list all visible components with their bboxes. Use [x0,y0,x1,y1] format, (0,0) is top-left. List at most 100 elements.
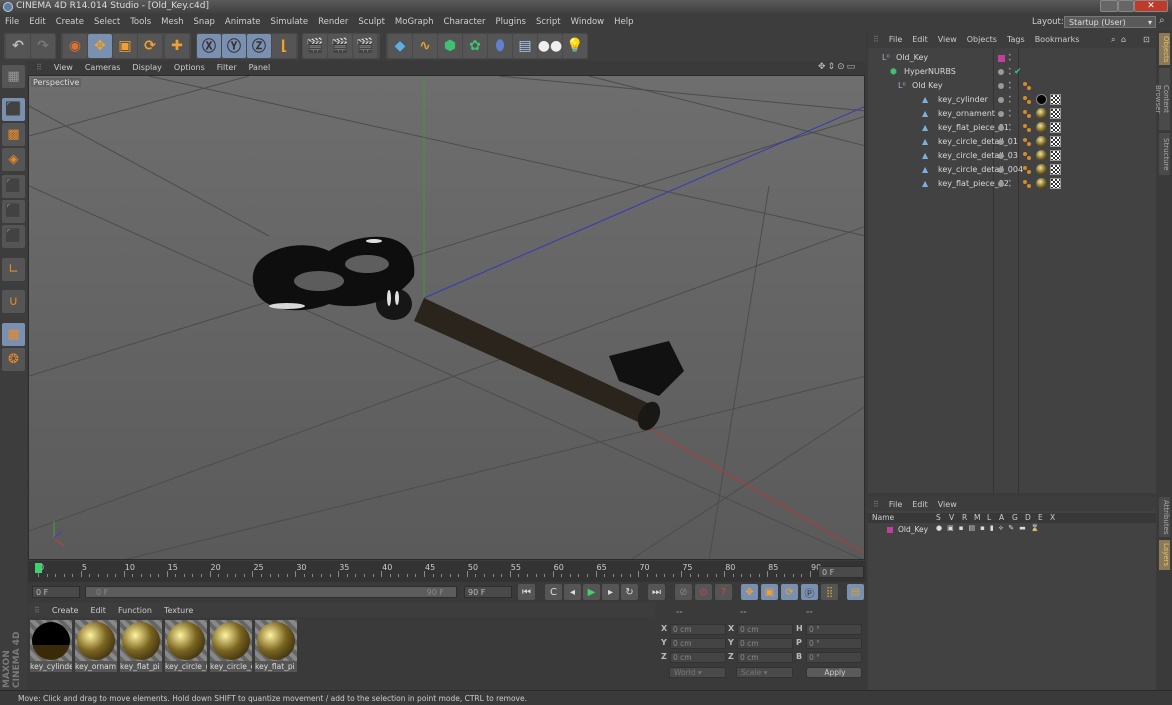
go-to-next-key-button[interactable]: ↻ [621,584,638,600]
step-forward-button[interactable]: ▸ [602,584,619,600]
layer-visibility-dot[interactable] [998,181,1004,187]
spline-icon[interactable]: ∿ [413,34,437,58]
tab-layers[interactable]: Layers [1159,540,1170,570]
phong-tag-icon[interactable] [1023,110,1031,118]
array-icon[interactable]: ✿ [463,34,487,58]
cube-icon[interactable]: ◆ [388,34,412,58]
rotate-icon[interactable]: ⟳ [138,34,162,58]
material-menu-edit[interactable]: Edit [84,603,112,615]
maximize-button[interactable] [1118,0,1134,12]
uvw-tag-icon[interactable] [1050,164,1061,175]
layer-color-swatch[interactable] [887,527,893,533]
size-y-field[interactable]: 0 cm [737,638,793,649]
phong-tag-icon[interactable] [1023,138,1031,146]
material-tag-icon[interactable] [1036,108,1047,119]
menu-help[interactable]: Help [609,14,638,27]
apply-button[interactable]: Apply [806,667,862,678]
old-key-model[interactable] [252,236,684,434]
editor-render-visibility-icon[interactable]: • • [1008,109,1012,120]
layer-visibility-dot[interactable] [998,55,1005,62]
coordinate-system-icon[interactable]: ⌊ [272,34,296,58]
pos-x-field[interactable]: 0 cm [670,624,726,635]
nurbs-icon[interactable]: ⬢ [438,34,462,58]
tab-content-browser[interactable]: Content Browser [1154,68,1170,130]
menu-select[interactable]: Select [89,14,125,27]
material-swatch[interactable]: key_flat_pi [255,620,297,672]
new-window-icon[interactable]: ⊡ [1138,31,1155,44]
y-axis-icon[interactable]: Ⓨ [222,34,246,58]
material-swatch[interactable]: key_ornam [75,620,117,672]
menu-plugins[interactable]: Plugins [491,14,531,27]
phong-tag-icon[interactable] [1023,82,1031,90]
material-menu-function[interactable]: Function [112,603,158,615]
uvw-tag-icon[interactable] [1050,108,1061,119]
material-swatch[interactable]: key_flat_pi [120,620,162,672]
light-icon[interactable]: 💡 [563,34,587,58]
material-tag-icon[interactable] [1036,164,1047,175]
home-icon[interactable]: ⌂ [1116,31,1131,44]
obj-menu-file[interactable]: File [884,31,907,44]
material-swatch[interactable]: key_circle_c [210,620,252,672]
timeline-window-button[interactable]: ▤ [847,584,864,600]
material-tag-icon[interactable] [1036,136,1047,147]
zoom-icon[interactable]: ⇕ [828,62,838,72]
menu-mograph[interactable]: MoGraph [390,14,439,27]
viewport-menu-display[interactable]: Display [126,61,168,72]
object-row[interactable]: ▲ key_circle_detail_01 • • [868,135,1156,149]
layer-menu-file[interactable]: File [884,497,907,509]
object-row[interactable]: ▲ key_circle_detail_004 • • [868,163,1156,177]
start-frame-field[interactable]: 0 F [32,586,80,598]
minimize-button[interactable] [1100,0,1118,12]
object-row[interactable]: ▲ key_circle_detail_03 • • [868,149,1156,163]
object-row[interactable]: ▲ key_ornament • • [868,107,1156,121]
pan-icon[interactable]: ✥ [818,62,828,72]
menu-character[interactable]: Character [439,14,491,27]
polygons-mode-icon[interactable]: ⬛ [2,225,25,248]
material-menu-create[interactable]: Create [46,603,85,615]
layer-flag-icons[interactable]: ●▣▪▤▪▮⟡✎▬⌛ [936,524,1045,533]
material-tag-icon[interactable] [1036,122,1047,133]
size-z-field[interactable]: 0 cm [737,652,793,663]
object-name[interactable]: key_circle_detail_01 [938,135,1018,149]
points-mode-icon[interactable]: ⬛ [2,175,25,198]
deformer-icon[interactable]: ⬮ [488,34,512,58]
object-name[interactable]: Old_Key [896,51,928,65]
menu-snap[interactable]: Snap [189,14,220,27]
menu-script[interactable]: Script [531,14,566,27]
viewport-menu-filter[interactable]: Filter [211,61,243,72]
layer-visibility-dot[interactable] [998,83,1004,89]
layer-row[interactable]: Old_Key ●▣▪▤▪▮⟡✎▬⌛ [868,524,1156,535]
live-select-icon[interactable]: ◉ [63,34,87,58]
move-icon[interactable]: ✥ [88,34,112,58]
3d-viewport[interactable]: Perspective [28,75,865,560]
editor-render-visibility-icon[interactable]: • • [1008,151,1012,162]
phong-tag-icon[interactable] [1023,96,1031,104]
workplane-lock-icon[interactable]: ▦ [2,323,25,346]
object-row[interactable]: L⁰ Old_Key • • [868,51,1156,65]
render-settings-icon[interactable]: 🎬 [353,34,377,58]
uvw-tag-icon[interactable] [1050,94,1061,105]
pos-z-field[interactable]: 0 cm [670,652,726,663]
floor-icon[interactable]: ▤ [513,34,537,58]
menu-window[interactable]: Window [566,14,610,27]
menu-sculpt[interactable]: Sculpt [353,14,390,27]
uvw-tag-icon[interactable] [1050,136,1061,147]
material-tag-icon[interactable] [1036,178,1047,189]
key-parameter-button[interactable]: Ⓟ [801,584,818,600]
layer-visibility-dot[interactable] [998,153,1004,159]
scale-mode-dropdown[interactable]: Scale ▾ [736,667,793,678]
end-frame-field[interactable]: 90 F [464,586,512,598]
material-tag-icon[interactable] [1036,150,1047,161]
editor-render-visibility-icon[interactable]: • • [1008,123,1012,134]
rot-b-field[interactable]: 0 ° [806,652,862,663]
editor-render-visibility-icon[interactable]: • • [1008,165,1012,176]
layer-name[interactable]: Old_Key [898,525,928,534]
menu-mesh[interactable]: Mesh [156,14,188,27]
search-icon[interactable]: ⌕ [1159,15,1165,26]
menu-animate[interactable]: Animate [220,14,266,27]
object-name[interactable]: key_ornament [938,107,995,121]
object-name[interactable]: Old Key [912,79,943,93]
obj-menu-edit[interactable]: Edit [907,31,933,44]
obj-menu-bookmarks[interactable]: Bookmarks [1030,31,1085,44]
go-to-start-button[interactable]: ⏮ [518,584,535,600]
